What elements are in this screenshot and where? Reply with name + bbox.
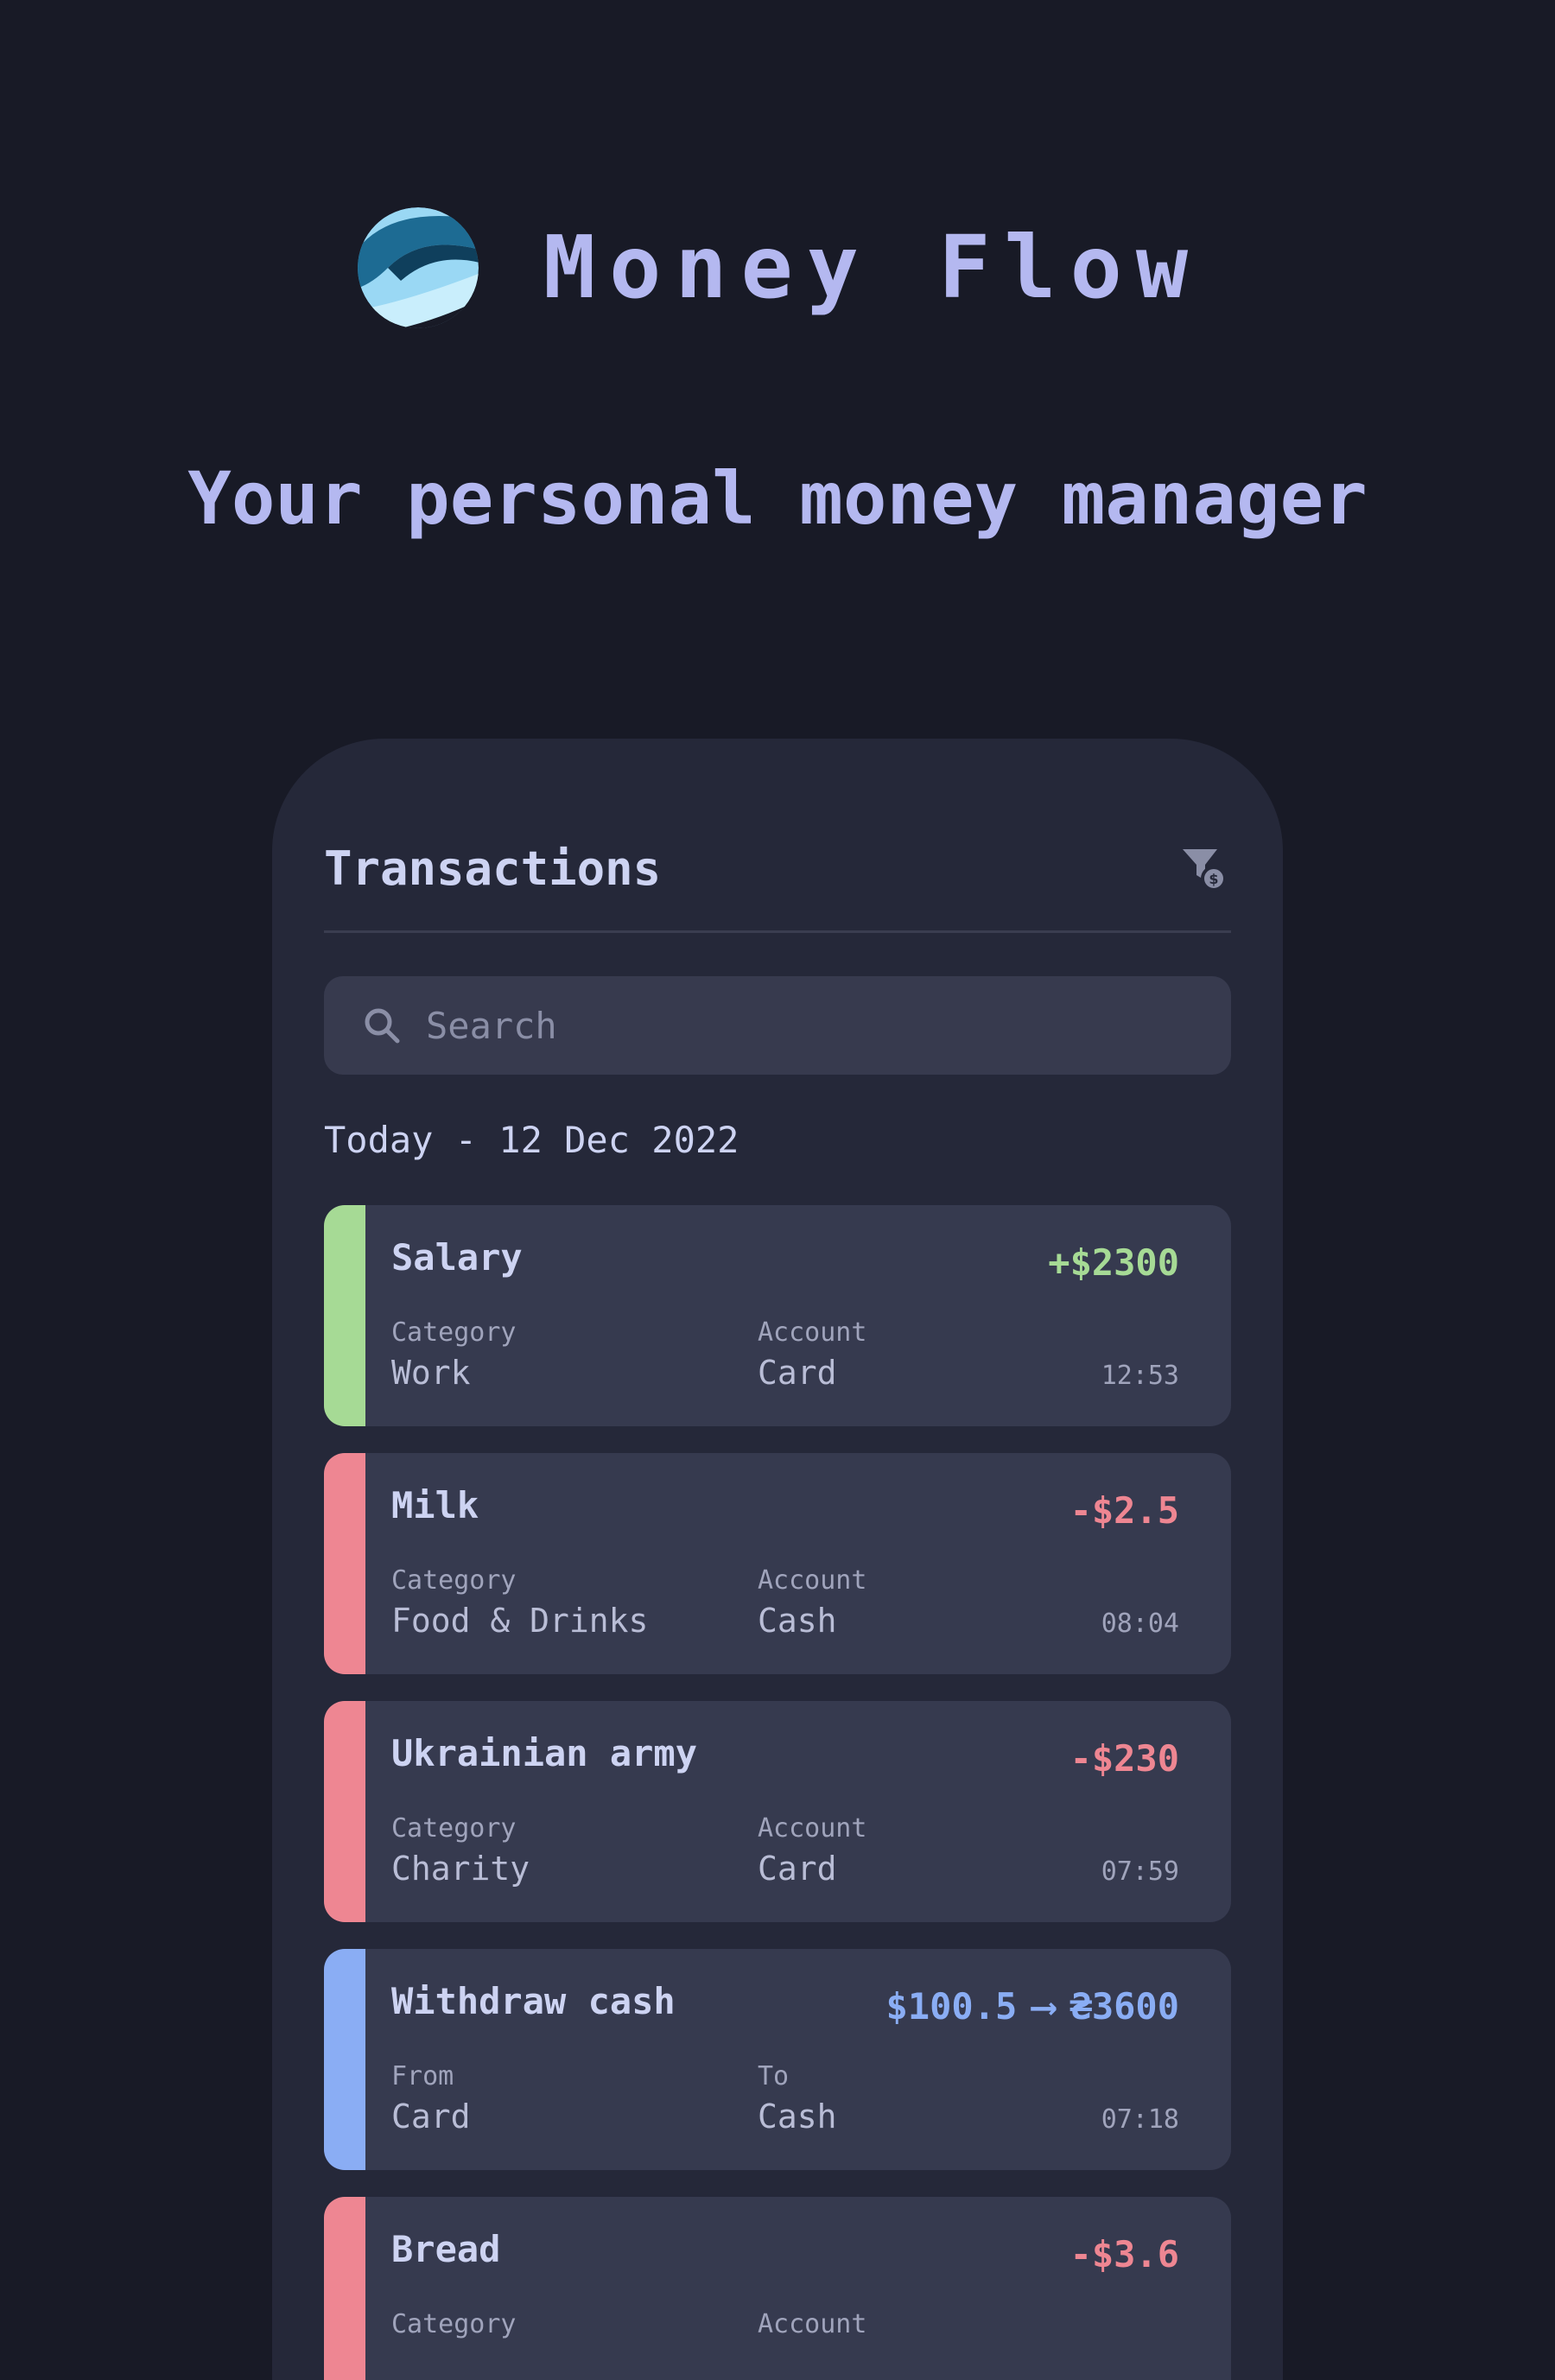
search-icon <box>365 1008 400 1044</box>
category-label: Category <box>391 1813 517 1844</box>
svg-text:$: $ <box>1209 871 1218 887</box>
screen-title: Transactions <box>324 841 662 896</box>
category-label: Category <box>391 1317 517 1348</box>
transfer-amount: $100.5 ⟶ ₴3600 <box>886 1985 1179 2028</box>
account-label: Account <box>758 1317 867 1348</box>
transaction-time: 07:18 <box>1101 2104 1179 2135</box>
transaction-name: Salary <box>391 1236 523 1279</box>
category-value: Work <box>391 1354 471 1392</box>
transaction-item[interactable]: Milk -$2.5 Category Food & Drinks Accoun… <box>324 1453 1231 1674</box>
app-name: Money Flow <box>543 217 1203 318</box>
header-divider <box>324 930 1231 933</box>
from-value: Card <box>391 2098 471 2136</box>
account-label: Account <box>758 1565 867 1596</box>
arrow-right-icon: ⟶ <box>1032 1985 1055 2028</box>
tagline: Your personal money manager <box>187 456 1368 541</box>
transaction-item[interactable]: Ukrainian army -$230 Category Charity Ac… <box>324 1701 1231 1922</box>
account-label: Account <box>758 1813 867 1844</box>
filter-dollar-icon: $ <box>1183 849 1227 892</box>
category-value: Food & Drinks <box>391 1602 649 1640</box>
transaction-item[interactable]: Withdraw cash $100.5 ⟶ ₴3600 From Card To … <box>324 1949 1231 2170</box>
transaction-amount: +$2300 <box>1048 1241 1179 1284</box>
transaction-item[interactable]: Bread -$3.6 Category Account <box>324 2197 1231 2380</box>
transaction-name: Withdraw cash <box>391 1980 676 2022</box>
transaction-amount: -$230 <box>1069 1737 1179 1780</box>
money-flow-logo-icon <box>357 207 479 328</box>
transaction-time: 08:04 <box>1101 1609 1179 1639</box>
phone-screen: Transactions $ Today - 12 Dec 2022 Salar… <box>272 739 1283 2380</box>
account-value: Card <box>758 1850 837 1888</box>
filter-button[interactable]: $ <box>1176 841 1231 896</box>
transaction-name: Milk <box>391 1484 479 1526</box>
category-label: Category <box>391 1565 517 1596</box>
account-value: Card <box>758 1354 837 1392</box>
transaction-list: Salary +$2300 Category Work Account Card… <box>324 1205 1231 2380</box>
screen-header: Transactions $ <box>324 834 1231 903</box>
transaction-amount: -$2.5 <box>1069 1489 1179 1532</box>
category-label: Category <box>391 2309 517 2339</box>
from-label: From <box>391 2061 454 2091</box>
search-bar[interactable] <box>324 976 1231 1075</box>
transaction-name: Ukrainian army <box>391 1732 698 1774</box>
transaction-amount: -$3.6 <box>1069 2233 1179 2275</box>
account-label: Account <box>758 2309 867 2339</box>
transaction-time: 12:53 <box>1101 1361 1179 1391</box>
transaction-item[interactable]: Salary +$2300 Category Work Account Card… <box>324 1205 1231 1426</box>
transaction-name: Bread <box>391 2228 501 2270</box>
brand-header: Money Flow <box>0 199 1555 337</box>
expense-indicator-bar <box>324 2197 365 2380</box>
account-value: Cash <box>758 1602 837 1640</box>
transfer-indicator-bar <box>324 1949 365 2170</box>
transfer-amount-from: $100.5 <box>885 1985 1018 2028</box>
expense-indicator-bar <box>324 1701 365 1922</box>
to-label: To <box>758 2061 790 2091</box>
search-input[interactable] <box>426 976 1231 1075</box>
date-header: Today - 12 Dec 2022 <box>324 1119 739 1161</box>
transaction-time: 07:59 <box>1101 1856 1179 1887</box>
income-indicator-bar <box>324 1205 365 1426</box>
to-value: Cash <box>758 2098 837 2136</box>
expense-indicator-bar <box>324 1453 365 1674</box>
category-value: Charity <box>391 1850 530 1888</box>
transfer-amount-to: ₴3600 <box>1069 1985 1179 2028</box>
